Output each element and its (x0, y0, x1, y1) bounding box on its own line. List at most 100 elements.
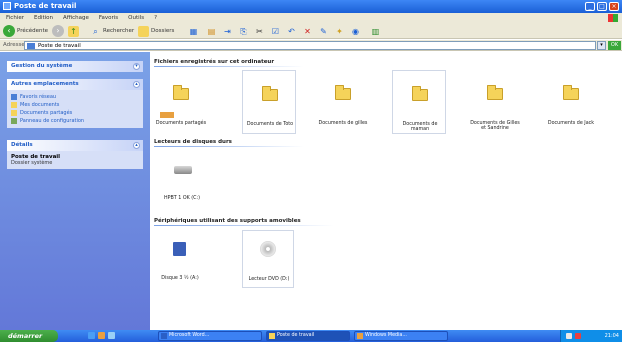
group-title-files: Fichiers enregistrés sur cet ordinateur (154, 59, 275, 65)
folder-icon (269, 333, 275, 339)
folder-icon (412, 86, 428, 101)
menu-tools[interactable]: Outils (128, 15, 144, 21)
folder-icon (262, 86, 278, 101)
folder-icon (563, 85, 579, 100)
folder-item[interactable]: Documents de Gilles et Sandrine (468, 70, 522, 134)
properties-icon: ☑ (271, 26, 280, 36)
group-divider (154, 225, 334, 226)
folders-icon (138, 25, 149, 37)
globe-icon: ◉ (352, 26, 359, 36)
details-panel: Détails ▴ Poste de travail Dossier systè… (7, 140, 143, 169)
drive-item[interactable]: Lecteur DVD (D:) (242, 230, 294, 288)
details-type: Dossier système (11, 160, 53, 166)
forward-button[interactable]: › (52, 25, 64, 37)
undo-icon: ↶ (288, 26, 295, 36)
up-folder-button[interactable]: ↑ (68, 25, 79, 37)
folder-icon (487, 85, 503, 100)
internet-explorer-icon[interactable] (88, 332, 95, 339)
back-arrow-icon: ‹ (3, 25, 15, 37)
place-my-documents[interactable]: Mes documents (11, 101, 139, 108)
menu-view[interactable]: Affichage (63, 15, 89, 21)
chart-button[interactable]: ▥ (370, 25, 381, 37)
drive-item[interactable]: Disque 3 ½ (A:) (154, 230, 206, 288)
group-title-removable: Périphériques utilisant des supports amo… (154, 218, 301, 224)
details-header[interactable]: Détails ▴ (7, 140, 143, 151)
chevron-up-icon[interactable]: ▴ (133, 81, 140, 88)
folder-item[interactable]: Documents partagés (154, 70, 208, 134)
place-shared-documents[interactable]: Documents partagés (11, 109, 139, 116)
chevron-down-icon[interactable]: ▾ (133, 63, 140, 70)
internet-button[interactable]: ◉ (350, 25, 361, 37)
system-tray: 21:04 (560, 330, 622, 342)
move-to-button[interactable]: ⇥ (222, 25, 233, 37)
clock[interactable]: 21:04 (605, 333, 619, 339)
taskbar-task[interactable]: Windows Media... (354, 331, 448, 341)
chevron-up-icon[interactable]: ▴ (133, 142, 140, 149)
windows-logo-icon (608, 14, 618, 22)
security-icon[interactable] (575, 333, 581, 339)
start-button[interactable]: démarrer (0, 330, 58, 342)
media-icon[interactable] (98, 332, 105, 339)
folder-gear-icon: ▤ (207, 26, 216, 36)
computer-icon (27, 43, 35, 49)
address-label: Adresse (3, 42, 25, 48)
computer-icon (3, 2, 11, 10)
folder-up-icon: ↑ (68, 25, 79, 37)
group-divider (154, 66, 304, 67)
rename-button[interactable]: ✎ (318, 25, 329, 37)
cut-button[interactable]: ✂ (254, 25, 265, 37)
menu-favorites[interactable]: Favoris (99, 15, 118, 21)
go-button[interactable]: OK (608, 41, 621, 50)
floppy-icon (173, 242, 186, 256)
new-folder-button[interactable]: ✦ (334, 25, 345, 37)
undo-button[interactable]: ↶ (286, 25, 297, 37)
place-control-panel[interactable]: Panneau de configuration (11, 117, 139, 124)
menu-file[interactable]: Fichier (6, 15, 24, 21)
address-bar: Adresse Poste de travail ▾ OK (0, 40, 622, 51)
delete-button[interactable]: ✕ (302, 25, 313, 37)
menu-edit[interactable]: Edition (34, 15, 53, 21)
drive-item[interactable]: HPBT 1 OK (C:) (156, 150, 208, 208)
back-button[interactable]: ‹ Précédente (3, 25, 48, 37)
copy-to-button[interactable]: ⎘ (238, 25, 249, 37)
network-icon (11, 93, 17, 100)
close-button[interactable]: × (609, 2, 619, 11)
address-dropdown-button[interactable]: ▾ (597, 41, 606, 50)
folder-item[interactable]: Documents de maman (392, 70, 446, 134)
folders-button[interactable]: Dossiers (138, 25, 174, 37)
search-button[interactable]: ⌕ Rechercher (90, 25, 134, 37)
rename-icon: ✎ (320, 26, 327, 36)
maximize-button[interactable]: □ (597, 2, 607, 11)
forward-arrow-icon: › (52, 25, 64, 37)
folder-icon (173, 85, 189, 100)
chart-icon: ▥ (371, 26, 380, 36)
title-bar[interactable]: Poste de travail _ □ × (0, 0, 622, 13)
task-pane: Gestion du système ▾ Autres emplacements… (0, 52, 150, 330)
views-button[interactable]: ▦ (188, 25, 199, 37)
show-desktop-icon[interactable] (108, 332, 115, 339)
taskbar-task[interactable]: Poste de travail (266, 331, 350, 341)
minimize-button[interactable]: _ (585, 2, 595, 11)
taskbar-task[interactable]: Microsoft Word... (158, 331, 262, 341)
other-places-panel: Autres emplacements ▴ Favoris réseau Mes… (7, 79, 143, 128)
folder-item[interactable]: Documents de Toto (242, 70, 296, 134)
place-network[interactable]: Favoris réseau (11, 93, 139, 100)
folder-options-button[interactable]: ▤ (206, 25, 217, 37)
other-places-header[interactable]: Autres emplacements ▴ (7, 79, 143, 90)
properties-button[interactable]: ☑ (270, 25, 281, 37)
system-tasks-panel: Gestion du système ▾ (7, 61, 143, 72)
details-title: Détails (11, 142, 33, 148)
file-view: Fichiers enregistrés sur cet ordinateur … (150, 52, 622, 330)
address-input[interactable]: Poste de travail (24, 41, 596, 50)
dvd-icon (260, 241, 276, 257)
folder-item[interactable]: Documents de Jack (544, 70, 598, 134)
search-icon: ⌕ (93, 26, 98, 36)
menu-help[interactable]: ? (154, 15, 157, 21)
scissors-icon: ✂ (256, 26, 263, 36)
volume-icon[interactable] (566, 333, 572, 339)
folder-item[interactable]: Documents de gilles (316, 70, 370, 134)
views-icon: ▦ (189, 26, 198, 36)
hard-drive-icon (174, 166, 192, 174)
system-tasks-header[interactable]: Gestion du système ▾ (7, 61, 143, 72)
delete-icon: ✕ (304, 26, 311, 36)
